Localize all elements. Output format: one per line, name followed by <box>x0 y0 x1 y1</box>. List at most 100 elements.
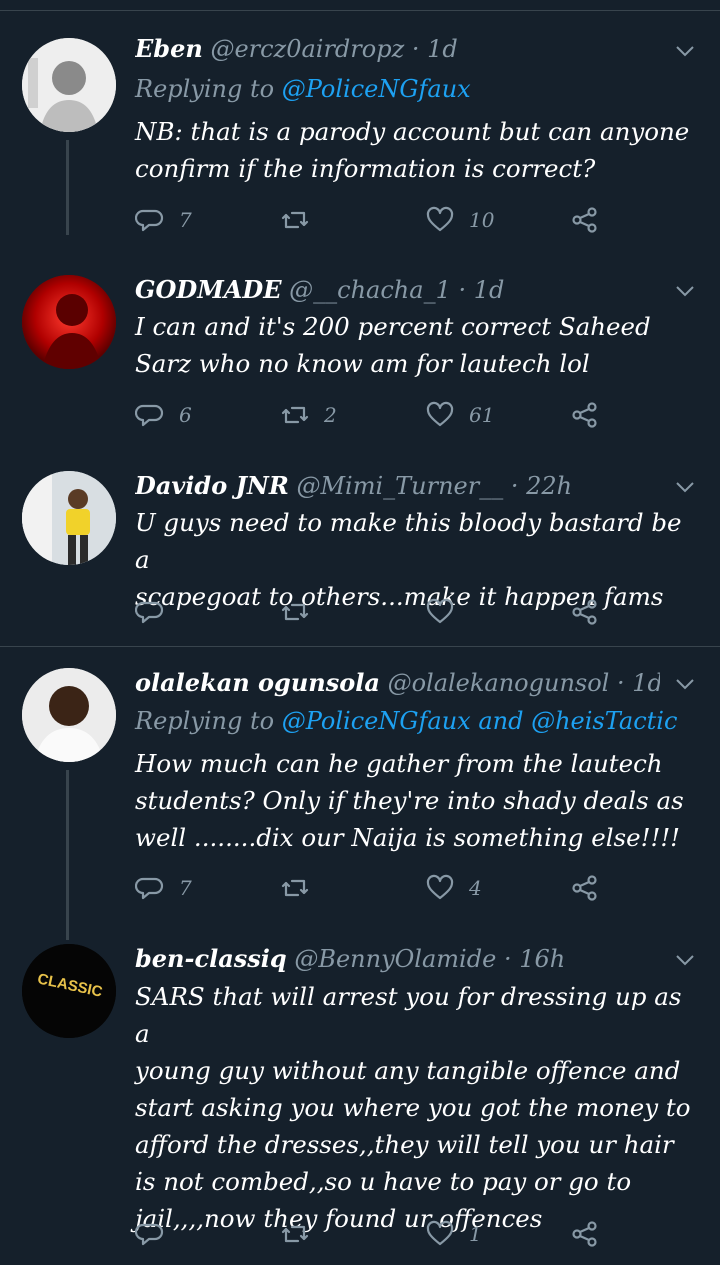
tweet-text: How much can he gather from the lautech … <box>135 745 702 856</box>
tweet-text-line: start asking you where you got the money… <box>135 1093 691 1122</box>
top-divider <box>0 10 720 11</box>
user-handle[interactable]: @Mimi_Turner__ <box>296 472 503 500</box>
retweet-icon <box>281 406 309 424</box>
tweet-text: I can and it's 200 percent correct Sahee… <box>135 308 702 382</box>
share-button[interactable] <box>570 868 600 908</box>
reply-button[interactable] <box>135 1214 179 1254</box>
replying-to: Replying to @PoliceNGfaux <box>135 72 471 106</box>
reply-button[interactable]: 7 <box>135 868 192 908</box>
share-icon <box>572 207 597 233</box>
timestamp[interactable]: 1d <box>632 669 660 697</box>
retweet-count: 2 <box>324 403 337 427</box>
timestamp[interactable]: 16h <box>519 945 565 973</box>
chevron-down-icon[interactable] <box>674 280 696 302</box>
reply-button[interactable] <box>135 592 179 632</box>
like-button[interactable]: 10 <box>425 200 494 240</box>
heart-icon <box>426 206 454 232</box>
chevron-down-icon[interactable] <box>674 40 696 62</box>
reply-button[interactable]: 6 <box>135 395 192 435</box>
replying-to: Replying to @PoliceNGfaux and @heisTacti… <box>135 704 677 738</box>
separator-dot: · <box>617 669 625 697</box>
tweet-text-line: Sarz who no know am for lautech lol <box>135 349 590 378</box>
tweet-text-line: confirm if the information is correct? <box>135 154 596 183</box>
retweet-button[interactable] <box>280 1214 324 1254</box>
like-count: 4 <box>469 876 482 900</box>
share-button[interactable] <box>570 200 600 240</box>
reply-icon <box>135 877 164 900</box>
timestamp[interactable]: 1d <box>427 35 458 63</box>
retweet-button[interactable] <box>280 200 324 240</box>
reply-count: 7 <box>179 208 192 232</box>
reply-button[interactable]: 7 <box>135 200 192 240</box>
tweet-header: Eben @ercz0airdropz · 1d <box>135 32 660 66</box>
user-handle[interactable]: @__chacha_1 <box>289 276 451 304</box>
timestamp[interactable]: 1d <box>474 276 505 304</box>
tweet-text-line: afford the dresses,,they will tell you u… <box>135 1130 674 1159</box>
reply-icon <box>135 1223 164 1246</box>
tweet-text-line: NB: that is a parody account but can any… <box>135 117 690 146</box>
share-icon <box>572 1221 597 1247</box>
thread-divider <box>0 646 720 647</box>
tweet-header: GODMADE @__chacha_1 · 1d <box>135 273 660 307</box>
tweet-header: ben-classiq @BennyOlamide · 16h <box>135 942 660 976</box>
share-button[interactable] <box>570 1214 600 1254</box>
replying-to-prefix: Replying to <box>135 707 275 735</box>
retweet-button[interactable] <box>280 868 324 908</box>
user-handle[interactable]: @ercz0airdropz <box>210 35 404 63</box>
heart-icon <box>426 1220 454 1246</box>
display-name[interactable]: olalekan ogunsola <box>135 668 380 697</box>
like-count: 61 <box>469 403 495 427</box>
replying-to-link[interactable]: @PoliceNGfaux and @heisTactic <box>282 707 678 735</box>
retweet-button[interactable] <box>280 592 324 632</box>
separator-dot: · <box>503 945 512 973</box>
tweet-actions: 1 <box>135 1214 615 1254</box>
thread-line <box>66 770 69 940</box>
avatar[interactable]: CLASSIC <box>22 944 116 1038</box>
share-icon <box>572 875 597 901</box>
thread-line <box>66 140 69 235</box>
like-button[interactable] <box>425 592 469 632</box>
like-button[interactable]: 1 <box>425 1214 482 1254</box>
tweet-text-line: young guy without any tangible offence a… <box>135 1056 681 1085</box>
reply-icon <box>135 404 164 427</box>
share-button[interactable] <box>570 395 600 435</box>
avatar[interactable] <box>22 668 116 762</box>
share-button[interactable] <box>570 592 600 632</box>
heart-icon <box>426 401 454 427</box>
replying-to-link[interactable]: @PoliceNGfaux <box>282 75 471 103</box>
separator-dot: · <box>510 472 519 500</box>
separator-dot: · <box>411 35 420 63</box>
like-button[interactable]: 61 <box>425 395 494 435</box>
reply-count: 6 <box>179 403 192 427</box>
tweet-text-line: How much can he gather from the lautech <box>135 749 663 778</box>
tweet-text-line: U guys need to make this bloody bastard … <box>135 508 682 574</box>
user-handle[interactable]: @BennyOlamide <box>294 945 496 973</box>
chevron-down-icon[interactable] <box>674 476 696 498</box>
heart-icon <box>426 874 454 900</box>
avatar[interactable] <box>22 38 116 132</box>
tweet-text-line: SARS that will arrest you for dressing u… <box>135 982 682 1048</box>
chevron-down-icon[interactable] <box>674 673 696 695</box>
retweet-icon <box>281 211 309 229</box>
share-icon <box>572 599 597 625</box>
like-button[interactable]: 4 <box>425 868 482 908</box>
retweet-button[interactable]: 2 <box>280 395 337 435</box>
user-handle[interactable]: @olalekanogunsol <box>388 669 610 697</box>
like-count: 10 <box>469 208 495 232</box>
share-icon <box>572 402 597 428</box>
timestamp[interactable]: 22h <box>526 472 572 500</box>
display-name[interactable]: ben-classiq <box>135 944 287 973</box>
display-name[interactable]: Davido JNR <box>135 471 289 500</box>
display-name[interactable]: GODMADE <box>135 275 282 304</box>
tweet-text-line: is not combed,,so u have to pay or go to <box>135 1167 632 1196</box>
display-name[interactable]: Eben <box>135 34 203 63</box>
tweet-text: NB: that is a parody account but can any… <box>135 113 702 187</box>
heart-icon <box>426 598 454 624</box>
tweet-text: SARS that will arrest you for dressing u… <box>135 978 702 1237</box>
avatar[interactable] <box>22 275 116 369</box>
like-count: 1 <box>469 1222 482 1246</box>
tweet-header: Davido JNR @Mimi_Turner__ · 22h <box>135 469 660 503</box>
avatar[interactable] <box>22 471 116 565</box>
tweet-actions: 7 10 <box>135 200 615 240</box>
chevron-down-icon[interactable] <box>674 949 696 971</box>
